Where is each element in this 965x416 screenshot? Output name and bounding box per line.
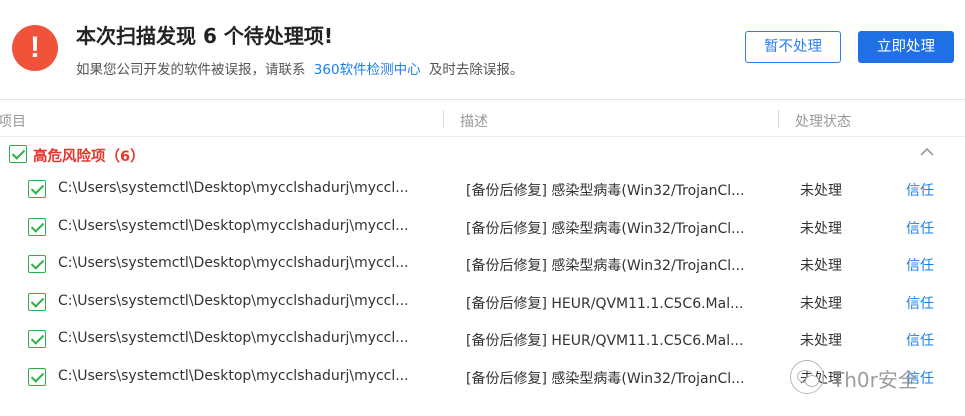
status-text: 未处理: [800, 220, 842, 237]
threat-description: [备份后修复] 感染型病毒(Win32/TrojanCl...: [466, 370, 745, 387]
wechat-logo-icon: [790, 360, 824, 394]
file-path: C:\Users\systemctl\Desktop\mycclshadurj\…: [58, 330, 409, 346]
file-path: C:\Users\systemctl\Desktop\mycclshadurj\…: [58, 367, 409, 384]
high-risk-group: 高危风险项（6）: [0, 137, 965, 171]
threat-description: [备份后修复] 感染型病毒(Win32/TrojanCl...: [466, 183, 745, 199]
table-row: C:\Users\systemctl\Desktop\mycclshadurj\…: [0, 321, 965, 359]
column-divider[interactable]: [443, 110, 444, 128]
threat-description: [备份后修复] 感染型病毒(Win32/TrojanCl...: [466, 220, 745, 237]
threat-description: [备份后修复] HEUR/QVM11.1.C5C6.Mal...: [466, 295, 744, 312]
column-header-item: 项目: [0, 114, 26, 130]
chevron-up-icon[interactable]: [919, 146, 935, 158]
column-header-status: 处理状态: [795, 114, 851, 130]
watermark: Th0r安全: [790, 358, 960, 398]
table-row: C:\Users\systemctl\Desktop\mycclshadurj\…: [0, 284, 965, 322]
trust-link[interactable]: 信任: [906, 180, 946, 200]
group-label: 高危风险项（6）: [33, 149, 145, 165]
false-positive-notice: 如果您公司开发的软件被误报，请联系 360软件检测中心 及时去除误报。: [76, 58, 523, 78]
row-checkbox[interactable]: [28, 292, 46, 311]
row-checkbox[interactable]: [28, 180, 46, 198]
fix-now-button[interactable]: 立即处理: [858, 31, 954, 63]
watermark-text: Th0r安全: [832, 368, 918, 392]
trust-link[interactable]: 信任: [906, 330, 946, 350]
table-row: C:\Users\systemctl\Desktop\mycclshadurj\…: [0, 246, 965, 284]
table-row: C:\Users\systemctl\Desktop\mycclshadurj\…: [0, 209, 965, 247]
table-row: C:\Users\systemctl\Desktop\mycclshadurj\…: [0, 171, 965, 209]
exclamation-icon: !: [12, 25, 58, 71]
file-path: C:\Users\systemctl\Desktop\mycclshadurj\…: [58, 255, 409, 271]
row-checkbox[interactable]: [28, 367, 46, 386]
scan-result-header: ! 本次扫描发现 6 个待处理项! 如果您公司开发的软件被误报，请联系 360软…: [0, 0, 965, 100]
threat-description: [备份后修复] 感染型病毒(Win32/TrojanCl...: [466, 258, 745, 274]
file-path: C:\Users\systemctl\Desktop\mycclshadurj\…: [58, 292, 409, 309]
column-divider[interactable]: [778, 110, 779, 128]
notice-text-after: 及时去除误报。: [428, 62, 524, 78]
status-text: 未处理: [800, 295, 842, 312]
table-header: 项目 描述 处理状态: [0, 101, 965, 137]
file-path: C:\Users\systemctl\Desktop\mycclshadurj\…: [58, 217, 409, 234]
trust-link[interactable]: 信任: [906, 255, 946, 275]
status-text: 未处理: [800, 333, 842, 349]
page-title: 本次扫描发现 6 个待处理项!: [76, 24, 333, 48]
trust-link[interactable]: 信任: [906, 293, 946, 313]
status-text: 未处理: [800, 258, 842, 274]
column-header-desc: 描述: [460, 114, 488, 130]
row-checkbox[interactable]: [28, 330, 46, 348]
group-checkbox[interactable]: [9, 145, 27, 163]
software-detection-center-link[interactable]: 360软件检测中心: [314, 62, 421, 78]
threat-description: [备份后修复] HEUR/QVM11.1.C5C6.Mal...: [466, 333, 744, 349]
notice-text-before: 如果您公司开发的软件被误报，请联系: [76, 62, 306, 78]
row-checkbox[interactable]: [28, 217, 46, 236]
ignore-button[interactable]: 暂不处理: [745, 31, 841, 63]
trust-link[interactable]: 信任: [906, 218, 946, 238]
file-path: C:\Users\systemctl\Desktop\mycclshadurj\…: [58, 180, 409, 196]
status-text: 未处理: [800, 183, 842, 199]
row-checkbox[interactable]: [28, 255, 46, 273]
